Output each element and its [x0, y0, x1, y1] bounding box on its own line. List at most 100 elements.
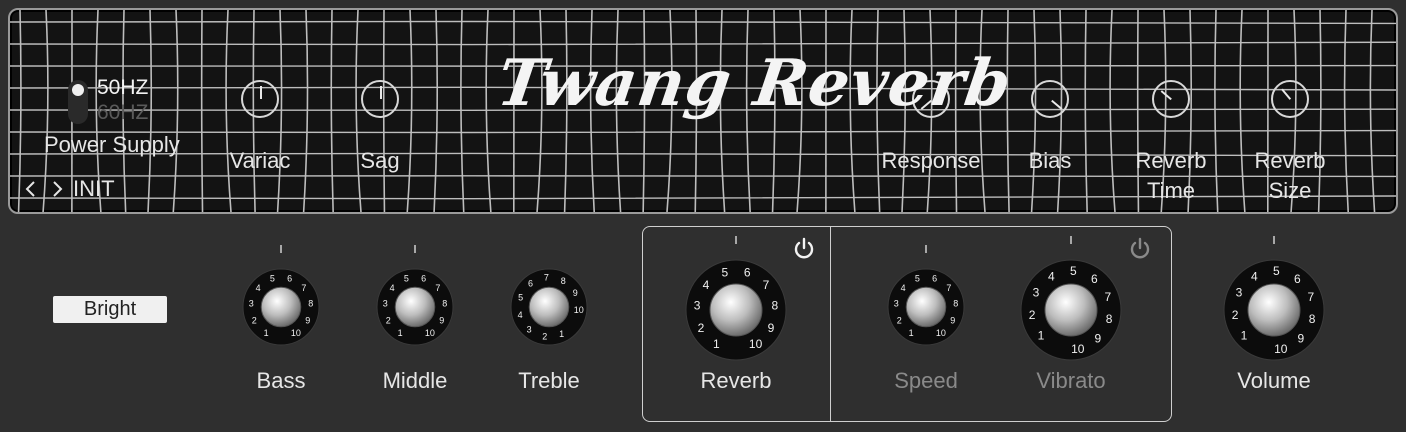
speed-label: Speed	[894, 368, 958, 393]
middle-knob[interactable]: 12 345 678 9 10	[367, 245, 463, 355]
dial-number: 5	[1070, 264, 1077, 278]
dial-number: 5	[721, 266, 728, 280]
bass-label: Bass	[256, 368, 306, 393]
dial-number: 5	[404, 274, 409, 284]
dial-number: 2	[252, 316, 257, 326]
dial-number: 6	[932, 274, 937, 284]
response-label: Response	[881, 148, 981, 173]
speed-knob[interactable]: 12 345 678 9 10	[878, 245, 974, 355]
dial-number: 9	[573, 288, 578, 298]
power-supply-50hz[interactable]: 50HZ	[97, 76, 148, 100]
dial-number: 10	[749, 337, 763, 351]
dial-number: 9	[1298, 332, 1305, 346]
dial-number: 9	[950, 316, 955, 326]
dial-number: 10	[1274, 342, 1288, 356]
dial-number: 9	[768, 321, 775, 335]
dial-number: 1	[398, 328, 403, 338]
dial-number: 4	[390, 283, 395, 293]
power-supply-label: Power Supply	[44, 132, 180, 157]
chevron-right-icon[interactable]	[50, 180, 64, 198]
dial-number: 2	[1029, 308, 1036, 322]
dial-number: 4	[518, 310, 523, 320]
dial-number: 8	[1106, 312, 1113, 326]
dial-number: 1	[909, 328, 914, 338]
variac-knob[interactable]	[241, 80, 279, 118]
dial-number: 1	[264, 328, 269, 338]
toggle-dot	[72, 84, 84, 96]
dial-number: 8	[953, 299, 958, 309]
dial-number: 5	[915, 274, 920, 284]
dial-number: 2	[542, 332, 547, 342]
amp-title-logo: Twang Reverb	[492, 46, 1017, 121]
dial-number: 4	[256, 283, 261, 293]
reverb-size-knob[interactable]	[1271, 80, 1309, 118]
dial-number: 6	[421, 274, 426, 284]
dial-number: 8	[1309, 312, 1316, 326]
dial-number: 3	[249, 299, 254, 309]
dial-number: 4	[1251, 269, 1258, 283]
dial-number: 2	[897, 316, 902, 326]
dial-number: 7	[763, 278, 770, 292]
variac-label: Variac	[229, 148, 291, 173]
bright-button[interactable]: Bright	[53, 296, 167, 323]
dial-number: 10	[936, 328, 946, 338]
dial-number: 6	[287, 274, 292, 284]
dial-number: 9	[1095, 332, 1102, 346]
dial-number: 6	[528, 279, 533, 289]
dial-number: 1	[713, 337, 720, 351]
dial-number: 10	[1071, 342, 1085, 356]
reverb-time-knob[interactable]	[1152, 80, 1190, 118]
dial-number: 3	[527, 325, 532, 335]
dial-number: 1	[559, 329, 564, 339]
dial-number: 7	[435, 283, 440, 293]
power-supply-60hz[interactable]: 60HZ	[97, 101, 148, 125]
chevron-left-icon[interactable]	[24, 180, 38, 198]
volume-knob[interactable]: 12 34 567 89 10	[1214, 236, 1334, 370]
dial-number: 2	[698, 321, 705, 335]
dial-number: 9	[305, 316, 310, 326]
dial-number: 5	[270, 274, 275, 284]
dial-number: 1	[1038, 328, 1045, 342]
dial-number: 6	[1091, 272, 1098, 286]
treble-label: Treble	[518, 368, 580, 393]
dial-number: 8	[308, 299, 313, 309]
dial-number: 6	[744, 266, 751, 280]
reverb-knob[interactable]: 12 345 678 9 10	[676, 236, 796, 370]
dial-number: 3	[1033, 286, 1040, 300]
dial-number: 7	[946, 283, 951, 293]
dial-number: 10	[291, 328, 301, 338]
dial-number: 4	[703, 278, 710, 292]
treble-knob[interactable]: 1 234 56 7 89 10	[501, 245, 597, 355]
dial-number: 3	[383, 299, 388, 309]
volume-label: Volume	[1237, 368, 1311, 393]
dial-number: 2	[386, 316, 391, 326]
reverb-size-label: Reverb Size	[1254, 148, 1326, 203]
power-supply-toggle[interactable]	[68, 80, 88, 124]
dial-number: 5	[518, 293, 523, 303]
dial-number: 8	[561, 276, 566, 286]
reverb-time-label: Reverb Time	[1135, 148, 1207, 203]
sag-label: Sag	[360, 148, 400, 173]
dial-number: 2	[1232, 308, 1239, 322]
dial-number: 3	[1236, 286, 1243, 300]
middle-label: Middle	[382, 368, 448, 393]
dial-number: 3	[694, 299, 701, 313]
reverb-label: Reverb	[700, 368, 772, 393]
dial-number: 10	[425, 328, 435, 338]
bias-knob[interactable]	[1031, 80, 1069, 118]
dial-number: 7	[1307, 290, 1314, 304]
dial-number: 3	[894, 299, 899, 309]
dial-number: 8	[442, 299, 447, 309]
bass-knob[interactable]: 12 345 678 9 10	[233, 245, 329, 355]
vibrato-power-icon[interactable]	[1128, 237, 1152, 261]
sag-knob[interactable]	[361, 80, 399, 118]
preset-name[interactable]: INIT	[73, 176, 115, 202]
vibrato-knob[interactable]: 12 34 567 89 10	[1011, 236, 1131, 370]
dial-number: 9	[439, 316, 444, 326]
dial-number: 6	[1294, 272, 1301, 286]
dial-number: 10	[574, 305, 584, 315]
dial-number: 7	[1104, 290, 1111, 304]
vibrato-label: Vibrato	[1036, 368, 1106, 393]
dial-number: 7	[544, 272, 549, 282]
fx-divider	[830, 227, 831, 421]
